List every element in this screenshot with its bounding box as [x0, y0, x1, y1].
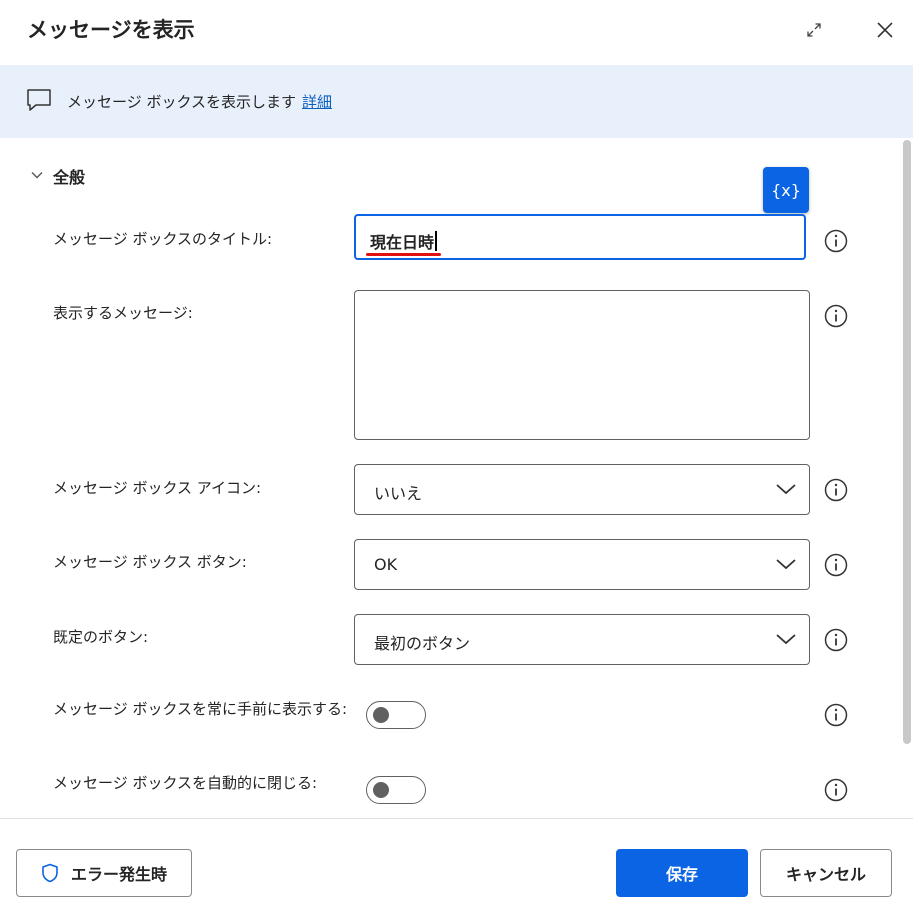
info-banner: メッセージ ボックスを表示します 詳細 [0, 65, 913, 138]
scrollbar[interactable] [903, 140, 911, 744]
save-button[interactable]: 保存 [616, 849, 748, 897]
banner-text: メッセージ ボックスを表示します 詳細 [67, 91, 332, 112]
close-icon [877, 22, 893, 38]
icon-label: メッセージ ボックス アイコン: [53, 479, 262, 497]
info-icon[interactable] [824, 478, 848, 502]
chevron-down-icon[interactable] [30, 168, 44, 182]
footer-divider [0, 818, 913, 819]
chevron-down-icon [776, 484, 796, 495]
expand-icon [807, 23, 821, 37]
default-button-label: 既定のボタン: [53, 628, 149, 646]
icon-select-value: いいえ [374, 484, 423, 503]
cancel-button[interactable]: キャンセル [760, 849, 892, 897]
details-link[interactable]: 詳細 [302, 93, 332, 111]
buttons-label: メッセージ ボックス ボタン: [53, 553, 247, 571]
info-icon[interactable] [824, 229, 848, 253]
auto-close-label: メッセージ ボックスを自動的に閉じる: [53, 774, 318, 792]
toggle-knob [373, 707, 389, 723]
always-on-top-toggle[interactable] [366, 701, 426, 729]
info-icon[interactable] [824, 628, 848, 652]
title-value-text: 現在日時 [370, 233, 435, 252]
title-input-value: 現在日時 [370, 229, 438, 253]
on-error-button-label: エラー発生時 [70, 865, 167, 884]
info-icon[interactable] [824, 304, 848, 328]
on-error-button[interactable]: エラー発生時 [16, 849, 192, 897]
spellcheck-underline [366, 253, 441, 256]
speech-bubble-icon [27, 89, 51, 111]
dialog-title: メッセージを表示 [27, 18, 195, 42]
buttons-select-value: OK [374, 555, 398, 574]
shield-icon [41, 863, 59, 883]
dialog-header: メッセージを表示 [0, 0, 913, 64]
chevron-down-icon [776, 559, 796, 570]
title-label: メッセージ ボックスのタイトル: [53, 230, 273, 248]
variable-button[interactable]: {x} [763, 167, 809, 213]
text-caret [435, 231, 438, 251]
message-textarea[interactable] [354, 290, 810, 440]
icon-select[interactable]: いいえ [354, 464, 810, 515]
expand-button[interactable] [800, 16, 828, 44]
close-button[interactable] [871, 16, 899, 44]
always-on-top-label: メッセージ ボックスを常に手前に表示する: [53, 700, 348, 718]
info-icon[interactable] [824, 553, 848, 577]
info-icon[interactable] [824, 778, 848, 802]
default-button-select-value: 最初のボタン [374, 634, 471, 653]
info-icon[interactable] [824, 703, 848, 727]
banner-description: メッセージ ボックスを表示します [67, 93, 297, 111]
toggle-knob [373, 782, 389, 798]
section-title[interactable]: 全般 [53, 164, 85, 188]
buttons-select[interactable]: OK [354, 539, 810, 590]
message-label: 表示するメッセージ: [53, 304, 193, 322]
chevron-down-icon [776, 634, 796, 645]
default-button-select[interactable]: 最初のボタン [354, 614, 810, 665]
auto-close-toggle[interactable] [366, 776, 426, 804]
